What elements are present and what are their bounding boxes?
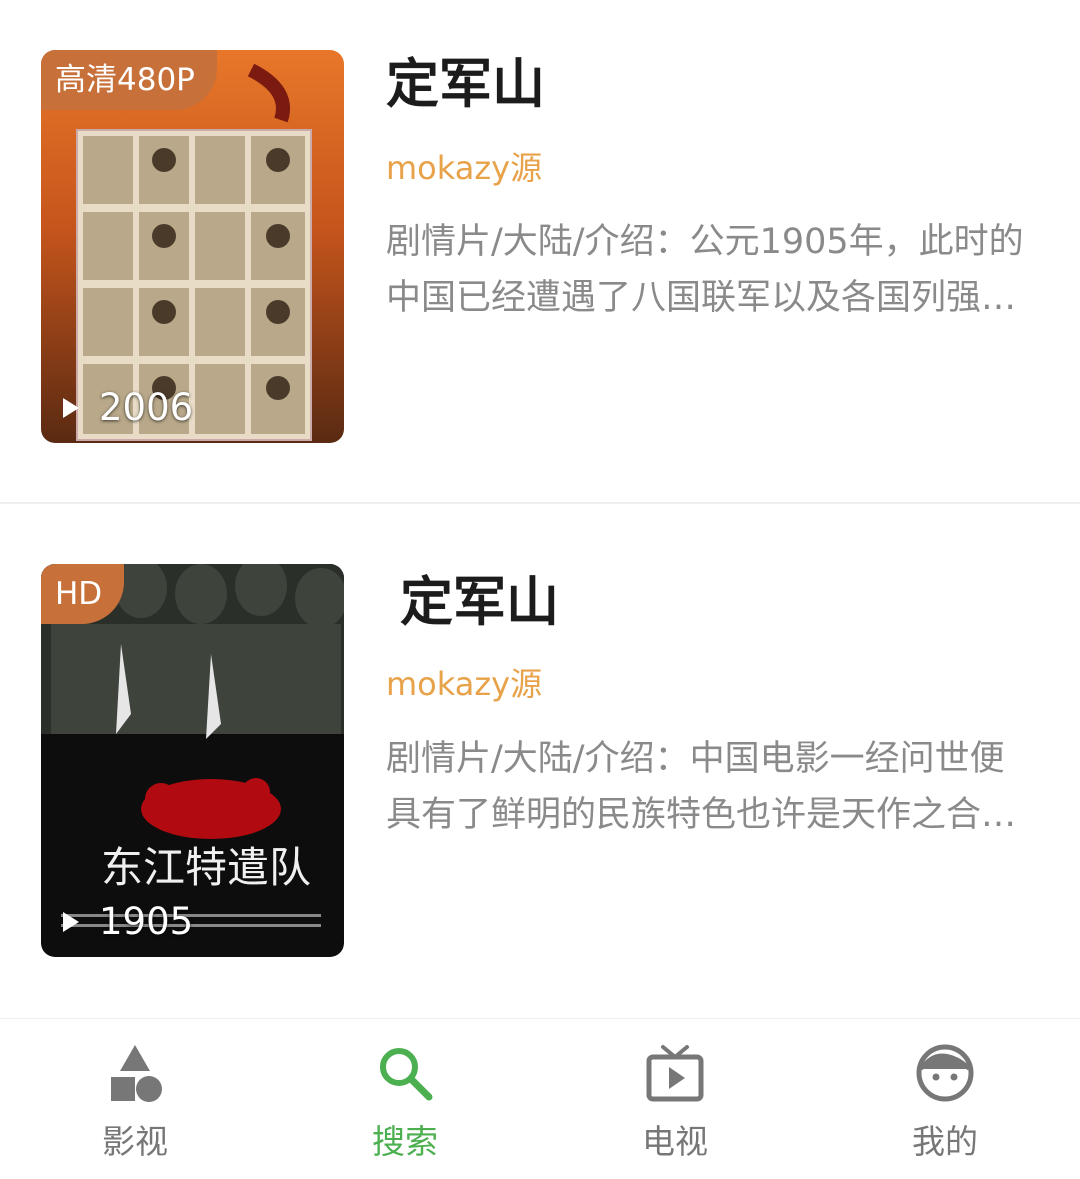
search-results-list: 高清480P 2006 定军山 mokazy源 剧情片/大陆/介绍：公元1905… (0, 0, 1080, 1018)
tab-label: 电视 (642, 1122, 708, 1161)
source-label: mokazy源 (386, 149, 543, 187)
source-label: mokazy源 (386, 665, 543, 703)
bottom-tab-bar: 影视 搜索 电视 我的 (0, 1018, 1080, 1179)
tab-tv[interactable]: 电视 (540, 1019, 810, 1179)
movie-description: 剧情片/大陆/介绍：公元1905年，此时的中国已经遭遇了八国联军以及各国列强的侵… (386, 222, 1024, 318)
year-text: 1905 (99, 900, 194, 943)
year-text: 2006 (99, 386, 194, 429)
year-label: 2006 (63, 386, 193, 429)
tab-label: 我的 (912, 1122, 978, 1161)
year-label: 1905 (63, 900, 193, 943)
poster-thumbnail[interactable]: 高清480P 2006 (41, 50, 344, 443)
movie-description: 剧情片/大陆/介绍：中国电影一经问世便具有了鲜明的民族特色也许是天作之合… (386, 739, 1017, 835)
poster-thumbnail[interactable]: 东江特遣队 HD 1905 (41, 564, 344, 957)
tab-profile[interactable]: 我的 (810, 1019, 1080, 1179)
result-card[interactable]: 高清480P 2006 定军山 mokazy源 剧情片/大陆/介绍：公元1905… (0, 0, 1080, 500)
tab-movies[interactable]: 影视 (0, 1019, 270, 1179)
quality-badge: 高清480P (41, 50, 217, 110)
tab-search[interactable]: 搜索 (270, 1019, 540, 1179)
movie-title[interactable]: 定军山 (400, 560, 559, 636)
tv-icon (646, 1045, 704, 1102)
shapes-icon (111, 1045, 162, 1102)
play-icon (63, 397, 79, 418)
face-icon (916, 1044, 974, 1102)
play-icon (63, 911, 79, 932)
tab-label: 搜索 (372, 1122, 438, 1161)
movie-title[interactable]: 定军山 (386, 42, 545, 118)
tab-label: 影视 (102, 1122, 168, 1161)
svg-text:东江特遣队: 东江特遣队 (101, 843, 311, 892)
search-icon (380, 1048, 433, 1101)
result-card[interactable]: 东江特遣队 HD 1905 定军山 mokazy源 剧情片/大陆/介绍：中国电影… (0, 504, 1080, 1004)
